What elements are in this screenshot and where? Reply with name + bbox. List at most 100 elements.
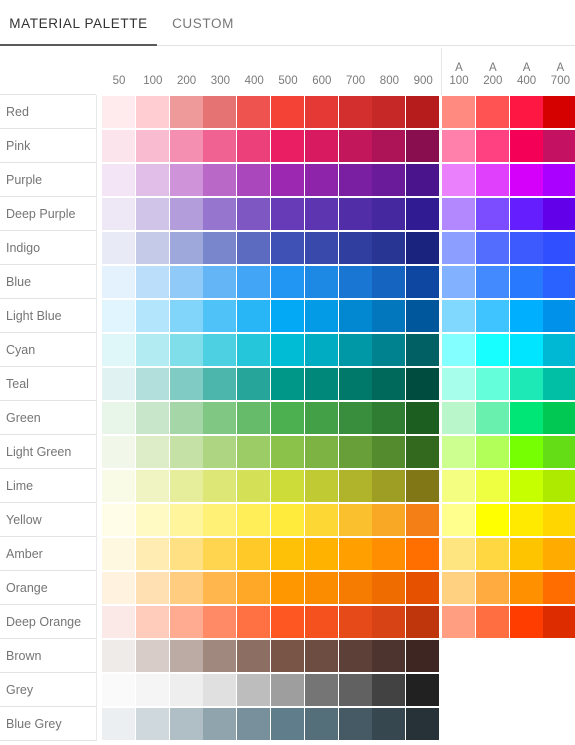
- swatch-red-100[interactable]: [135, 96, 169, 128]
- swatch-light-green-500[interactable]: [271, 436, 304, 468]
- swatch-light-blue-a400[interactable]: [509, 300, 543, 332]
- swatch-yellow-900[interactable]: [406, 504, 440, 536]
- swatch-amber-a200[interactable]: [475, 538, 509, 570]
- swatch-indigo-100[interactable]: [135, 232, 169, 264]
- swatch-pink-800[interactable]: [372, 130, 406, 162]
- swatch-pink-a700[interactable]: [543, 130, 575, 162]
- swatch-grey-500[interactable]: [271, 674, 304, 706]
- swatch-indigo-a200[interactable]: [475, 232, 509, 264]
- swatch-teal-a400[interactable]: [509, 368, 543, 400]
- swatch-red-200[interactable]: [169, 96, 203, 128]
- swatch-deep-orange-a100[interactable]: [442, 606, 475, 638]
- swatch-yellow-50[interactable]: [102, 504, 135, 536]
- swatch-orange-600[interactable]: [304, 572, 338, 604]
- swatch-deep-purple-700[interactable]: [338, 198, 372, 230]
- swatch-brown-400[interactable]: [237, 640, 271, 672]
- swatch-cyan-700[interactable]: [338, 334, 372, 366]
- swatch-light-green-200[interactable]: [169, 436, 203, 468]
- swatch-deep-purple-600[interactable]: [304, 198, 338, 230]
- swatch-amber-300[interactable]: [203, 538, 237, 570]
- swatch-deep-orange-900[interactable]: [406, 606, 440, 638]
- swatch-amber-800[interactable]: [372, 538, 406, 570]
- swatch-blue-grey-700[interactable]: [338, 708, 372, 740]
- swatch-brown-800[interactable]: [372, 640, 406, 672]
- swatch-amber-600[interactable]: [304, 538, 338, 570]
- swatch-light-green-800[interactable]: [372, 436, 406, 468]
- swatch-light-green-a400[interactable]: [509, 436, 543, 468]
- swatch-lime-600[interactable]: [304, 470, 338, 502]
- swatch-blue-700[interactable]: [338, 266, 372, 298]
- swatch-cyan-800[interactable]: [372, 334, 406, 366]
- swatch-red-a700[interactable]: [543, 96, 575, 128]
- swatch-yellow-a200[interactable]: [475, 504, 509, 536]
- swatch-orange-500[interactable]: [271, 572, 304, 604]
- swatch-teal-400[interactable]: [237, 368, 271, 400]
- swatch-grey-200[interactable]: [169, 674, 203, 706]
- swatch-orange-400[interactable]: [237, 572, 271, 604]
- swatch-grey-400[interactable]: [237, 674, 271, 706]
- swatch-cyan-50[interactable]: [102, 334, 135, 366]
- swatch-red-a400[interactable]: [509, 96, 543, 128]
- swatch-brown-700[interactable]: [338, 640, 372, 672]
- swatch-yellow-800[interactable]: [372, 504, 406, 536]
- swatch-cyan-a100[interactable]: [442, 334, 475, 366]
- swatch-orange-800[interactable]: [372, 572, 406, 604]
- swatch-cyan-a200[interactable]: [475, 334, 509, 366]
- swatch-red-600[interactable]: [304, 96, 338, 128]
- swatch-brown-500[interactable]: [271, 640, 304, 672]
- swatch-deep-purple-200[interactable]: [169, 198, 203, 230]
- swatch-indigo-700[interactable]: [338, 232, 372, 264]
- swatch-light-green-300[interactable]: [203, 436, 237, 468]
- swatch-pink-a400[interactable]: [509, 130, 543, 162]
- swatch-lime-700[interactable]: [338, 470, 372, 502]
- swatch-indigo-a700[interactable]: [543, 232, 575, 264]
- swatch-deep-purple-500[interactable]: [271, 198, 304, 230]
- swatch-pink-a100[interactable]: [442, 130, 475, 162]
- swatch-blue-grey-100[interactable]: [135, 708, 169, 740]
- swatch-light-blue-600[interactable]: [304, 300, 338, 332]
- swatch-deep-purple-a700[interactable]: [543, 198, 575, 230]
- swatch-deep-orange-700[interactable]: [338, 606, 372, 638]
- swatch-yellow-600[interactable]: [304, 504, 338, 536]
- swatch-deep-orange-50[interactable]: [102, 606, 135, 638]
- swatch-lime-800[interactable]: [372, 470, 406, 502]
- swatch-indigo-900[interactable]: [406, 232, 440, 264]
- swatch-deep-purple-800[interactable]: [372, 198, 406, 230]
- swatch-yellow-300[interactable]: [203, 504, 237, 536]
- swatch-amber-700[interactable]: [338, 538, 372, 570]
- swatch-yellow-a700[interactable]: [543, 504, 575, 536]
- swatch-blue-grey-800[interactable]: [372, 708, 406, 740]
- swatch-teal-600[interactable]: [304, 368, 338, 400]
- swatch-blue-grey-200[interactable]: [169, 708, 203, 740]
- swatch-lime-a400[interactable]: [509, 470, 543, 502]
- swatch-yellow-200[interactable]: [169, 504, 203, 536]
- swatch-teal-a700[interactable]: [543, 368, 575, 400]
- swatch-cyan-900[interactable]: [406, 334, 440, 366]
- swatch-cyan-600[interactable]: [304, 334, 338, 366]
- swatch-blue-100[interactable]: [135, 266, 169, 298]
- swatch-brown-100[interactable]: [135, 640, 169, 672]
- swatch-deep-orange-500[interactable]: [271, 606, 304, 638]
- swatch-deep-orange-a200[interactable]: [475, 606, 509, 638]
- swatch-orange-a200[interactable]: [475, 572, 509, 604]
- swatch-blue-grey-300[interactable]: [203, 708, 237, 740]
- swatch-indigo-a100[interactable]: [442, 232, 475, 264]
- swatch-cyan-300[interactable]: [203, 334, 237, 366]
- swatch-light-blue-a200[interactable]: [475, 300, 509, 332]
- swatch-indigo-600[interactable]: [304, 232, 338, 264]
- swatch-purple-200[interactable]: [169, 164, 203, 196]
- swatch-light-blue-100[interactable]: [135, 300, 169, 332]
- swatch-deep-orange-800[interactable]: [372, 606, 406, 638]
- swatch-amber-50[interactable]: [102, 538, 135, 570]
- swatch-red-50[interactable]: [102, 96, 135, 128]
- swatch-indigo-300[interactable]: [203, 232, 237, 264]
- swatch-blue-900[interactable]: [406, 266, 440, 298]
- swatch-light-green-a700[interactable]: [543, 436, 575, 468]
- swatch-amber-100[interactable]: [135, 538, 169, 570]
- swatch-lime-900[interactable]: [406, 470, 440, 502]
- swatch-lime-50[interactable]: [102, 470, 135, 502]
- swatch-purple-900[interactable]: [406, 164, 440, 196]
- swatch-purple-50[interactable]: [102, 164, 135, 196]
- swatch-red-800[interactable]: [372, 96, 406, 128]
- swatch-purple-a700[interactable]: [543, 164, 575, 196]
